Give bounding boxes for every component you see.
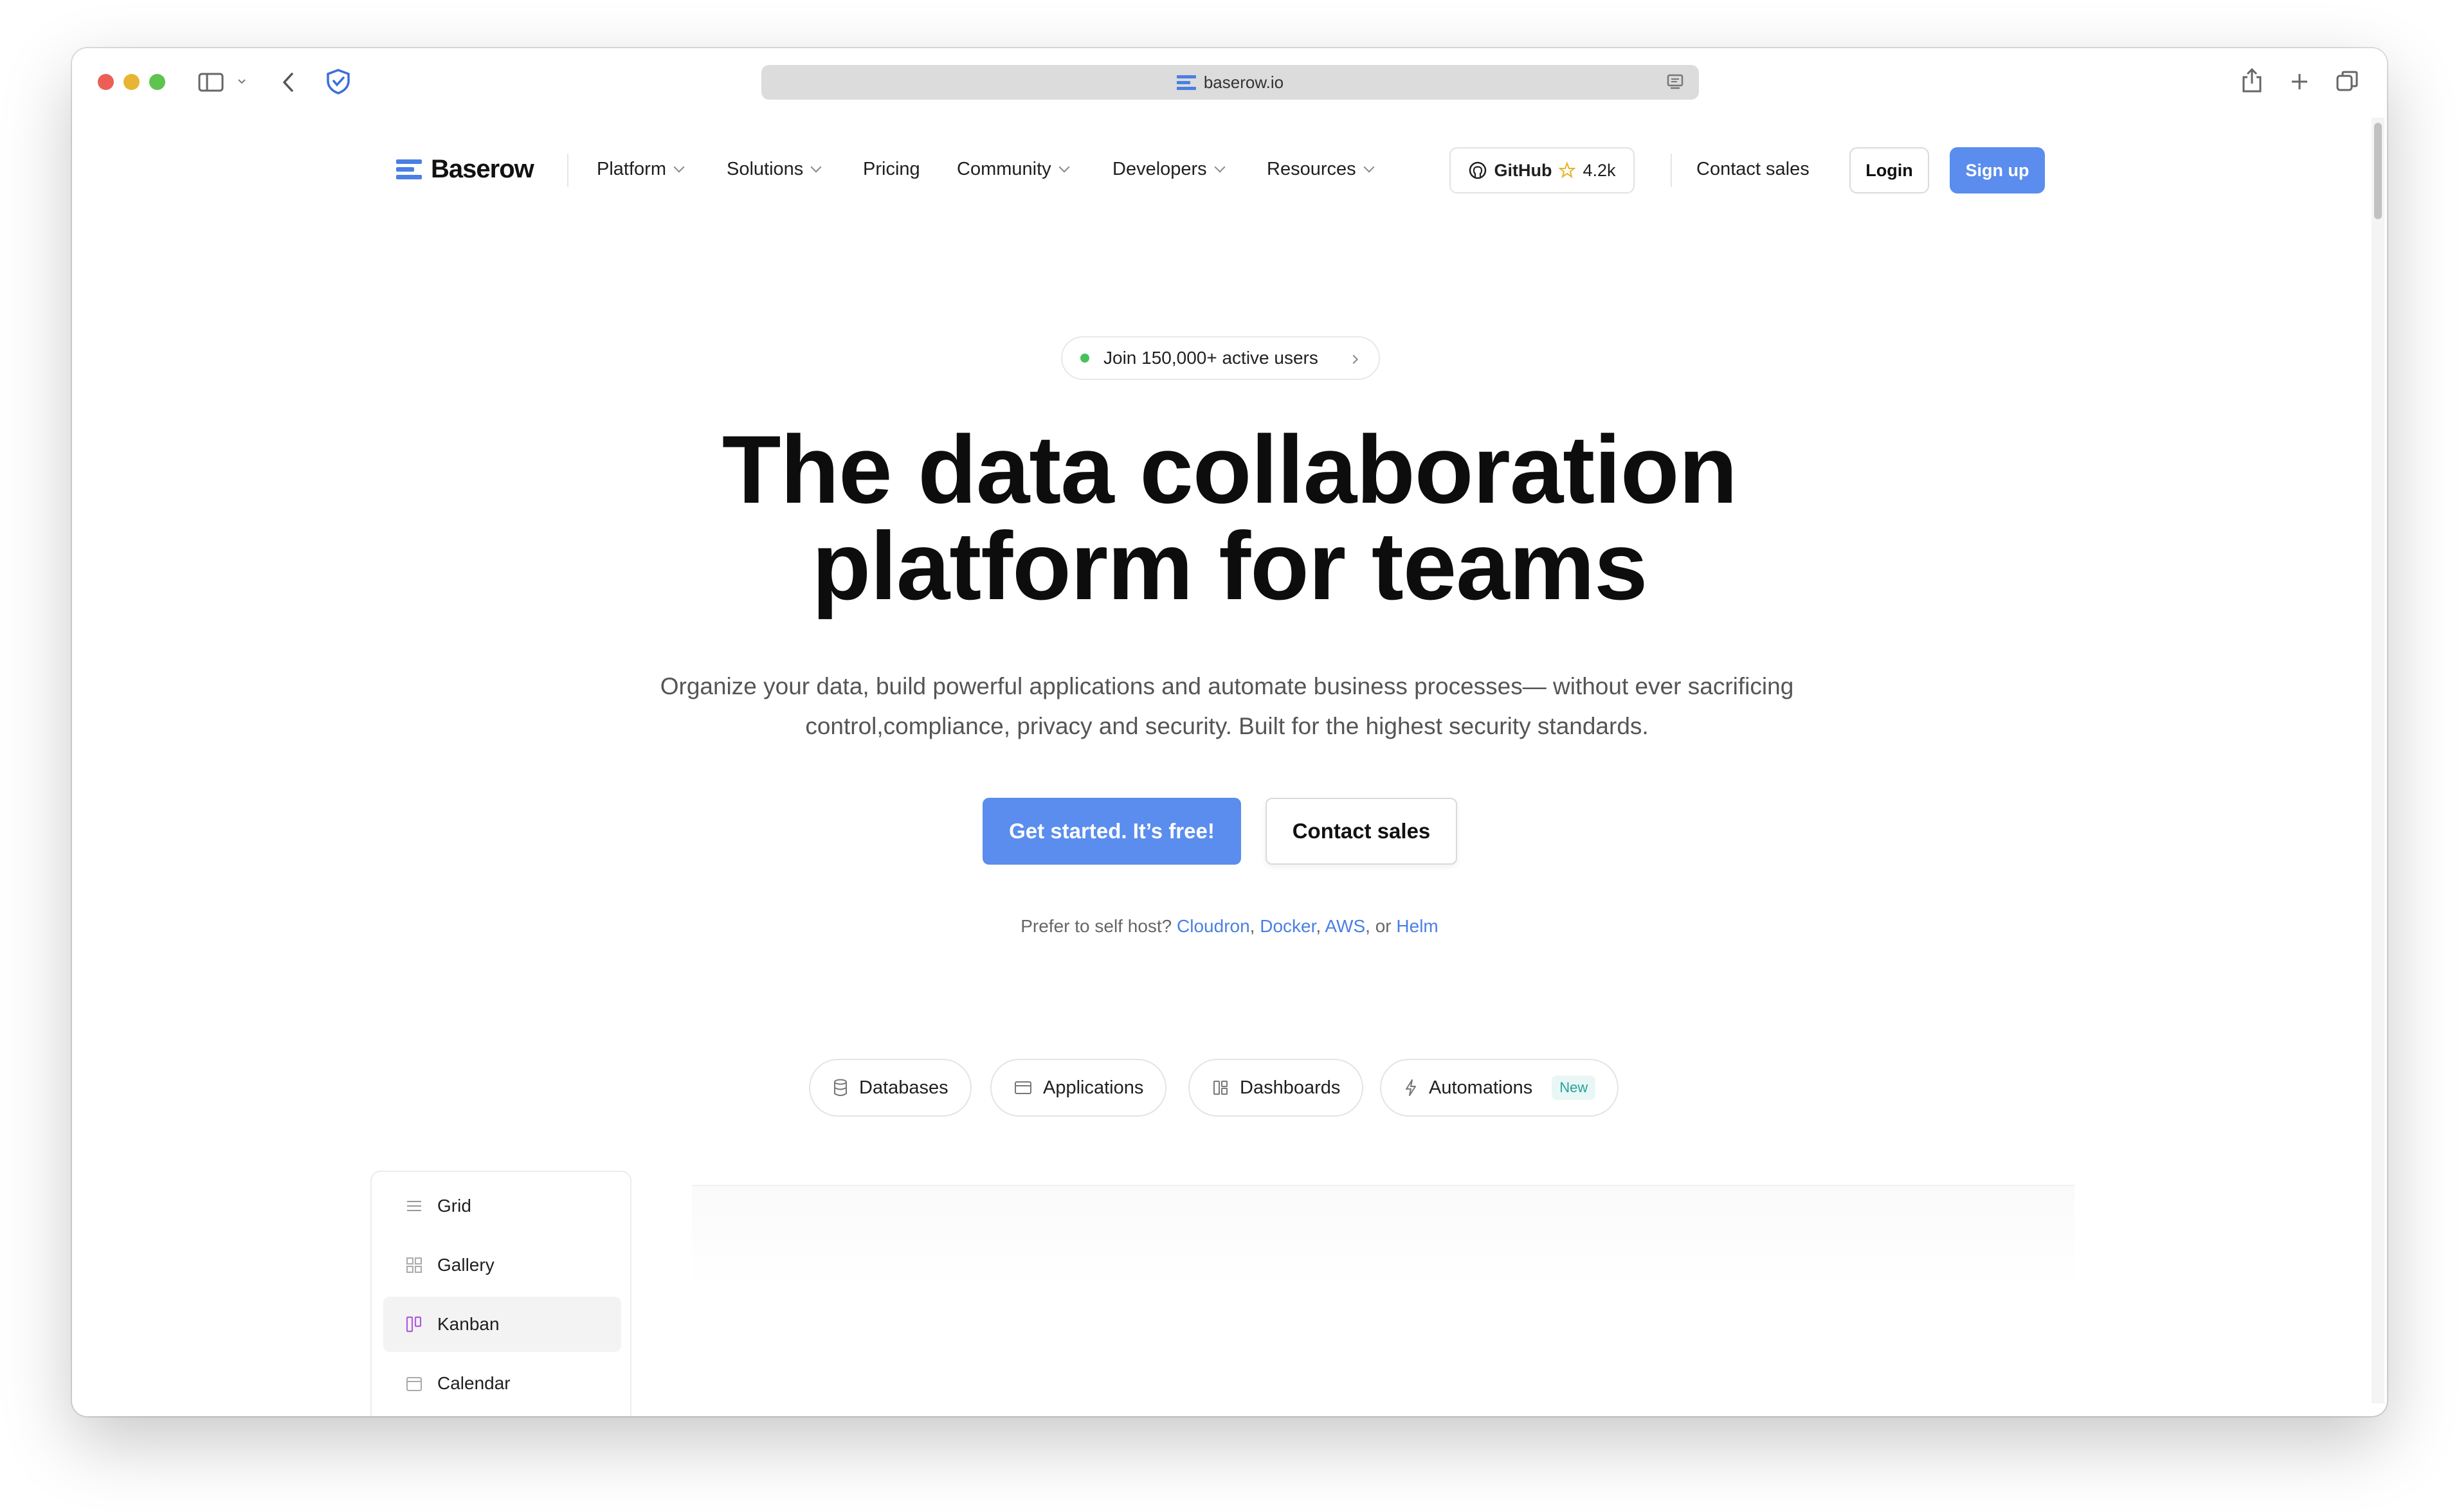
headline-line-1: The data collaboration <box>721 415 1738 523</box>
helm-link[interactable]: Helm <box>1396 916 1438 936</box>
dashboard-icon <box>1213 1081 1228 1095</box>
logo-text: Baserow <box>431 155 534 183</box>
tab-databases[interactable]: Databases <box>809 1059 972 1117</box>
github-label: GitHub <box>1494 160 1552 180</box>
self-host-line: Prefer to self host? Cloudron, Docker, A… <box>1021 916 1438 936</box>
browser-toolbar: baserow.io <box>72 48 2387 114</box>
nav-item-developers[interactable]: Developers <box>1112 159 1226 180</box>
view-label: Kanban <box>437 1314 500 1334</box>
address-bar-url: baserow.io <box>1203 72 1284 92</box>
active-users-badge[interactable]: Join 150,000+ active users <box>1061 336 1380 380</box>
subtitle-line-1: Organize your data, build powerful appli… <box>660 673 1794 699</box>
tab-label: Dashboards <box>1240 1077 1341 1098</box>
database-icon <box>834 1079 847 1096</box>
tab-label: Databases <box>859 1077 948 1098</box>
baserow-logo-icon <box>396 157 422 183</box>
github-icon <box>1469 161 1487 179</box>
nav-item-label: Solutions <box>727 159 804 179</box>
nav-item-solutions[interactable]: Solutions <box>727 159 822 180</box>
new-badge: New <box>1552 1076 1596 1100</box>
gallery-icon <box>406 1257 422 1273</box>
page-scrollbar[interactable] <box>2372 118 2384 1403</box>
window-icon <box>1015 1081 1031 1094</box>
bolt-icon <box>1406 1079 1416 1096</box>
self-host-prefix: Prefer to self host? <box>1021 916 1172 936</box>
view-label: Calendar <box>437 1373 511 1393</box>
badge-label: Join 150,000+ active users <box>1103 348 1318 368</box>
tab-overview-icon[interactable] <box>2333 68 2361 96</box>
new-tab-plus-icon[interactable] <box>2287 69 2312 94</box>
tab-applications[interactable]: Applications <box>990 1059 1167 1117</box>
nav-divider <box>1671 154 1672 187</box>
github-button[interactable]: GitHub 4.2k <box>1449 147 1635 194</box>
views-sidebar: Grid Gallery Kanban Calendar <box>370 1171 631 1416</box>
calendar-icon <box>406 1377 422 1391</box>
contact-sales-label: Contact sales <box>1696 159 1810 179</box>
docker-link[interactable]: Docker <box>1260 916 1316 936</box>
nav-item-pricing[interactable]: Pricing <box>863 159 920 180</box>
tab-automations[interactable]: Automations New <box>1380 1059 1619 1117</box>
kanban-icon <box>406 1316 422 1333</box>
chevron-down-icon <box>1363 161 1375 172</box>
nav-item-community[interactable]: Community <box>957 159 1070 180</box>
chevron-down-icon <box>1214 161 1226 172</box>
tab-label: Applications <box>1043 1077 1144 1098</box>
close-window-button[interactable] <box>98 74 114 90</box>
grid-lines-icon <box>407 1201 421 1211</box>
tab-label: Automations <box>1429 1077 1533 1098</box>
chevron-right-icon <box>1348 354 1359 364</box>
nav-item-label: Pricing <box>863 159 920 179</box>
baserow-logo[interactable]: Baserow <box>396 155 534 184</box>
cloudron-link[interactable]: Cloudron <box>1177 916 1250 936</box>
github-star-count: 4.2k <box>1583 160 1616 180</box>
nav-item-platform[interactable]: Platform <box>597 159 685 180</box>
headline-line-2: platform for teams <box>812 512 1648 620</box>
aws-link[interactable]: AWS <box>1325 916 1365 936</box>
nav-item-label: Community <box>957 159 1051 179</box>
get-started-button[interactable]: Get started. It’s free! <box>983 798 1241 865</box>
browser-window: baserow.io Baserow Platform Solutions Pr… <box>72 48 2387 1416</box>
minimize-window-button[interactable] <box>123 74 140 90</box>
address-bar[interactable]: baserow.io <box>761 65 1699 100</box>
hero-headline: The data collaboration platform for team… <box>72 421 2387 614</box>
contact-sales-button[interactable]: Contact sales <box>1266 798 1457 865</box>
chevron-down-icon <box>1058 161 1070 172</box>
nav-item-label: Platform <box>597 159 666 179</box>
star-icon <box>1558 161 1577 179</box>
view-item-grid[interactable]: Grid <box>383 1178 621 1234</box>
view-label: Grid <box>437 1196 471 1216</box>
nav-item-label: Resources <box>1267 159 1356 179</box>
chevron-down-icon[interactable] <box>235 75 248 88</box>
sidebar-toggle-icon[interactable] <box>197 70 225 94</box>
nav-contact-sales-link[interactable]: Contact sales <box>1696 159 1810 180</box>
hero-subtitle: Organize your data, build powerful appli… <box>612 667 1842 746</box>
demo-preview-area <box>692 1185 2074 1416</box>
subtitle-line-2: control,compliance, privacy and security… <box>805 713 1649 739</box>
chevron-down-icon <box>810 161 822 172</box>
login-button[interactable]: Login <box>1849 147 1929 194</box>
baserow-favicon-icon <box>1176 73 1196 92</box>
share-icon[interactable] <box>2239 66 2265 94</box>
view-item-calendar[interactable]: Calendar <box>383 1356 621 1411</box>
nav-item-label: Developers <box>1112 159 1207 179</box>
view-item-kanban[interactable]: Kanban <box>383 1297 621 1352</box>
shield-check-icon[interactable] <box>324 68 352 96</box>
zoom-window-button[interactable] <box>149 74 165 90</box>
self-host-or: or <box>1375 916 1392 936</box>
view-item-gallery[interactable]: Gallery <box>383 1238 621 1293</box>
site-header: Baserow Platform Solutions Pricing Commu… <box>72 145 2387 196</box>
online-dot-icon <box>1080 354 1089 363</box>
view-label: Gallery <box>437 1255 495 1275</box>
tab-dashboards[interactable]: Dashboards <box>1188 1059 1364 1117</box>
nav-item-resources[interactable]: Resources <box>1267 159 1375 180</box>
signup-button[interactable]: Sign up <box>1950 147 2045 194</box>
chevron-down-icon <box>673 161 685 172</box>
back-arrow-icon[interactable] <box>277 70 300 94</box>
reader-mode-icon[interactable] <box>1665 73 1685 96</box>
nav-divider <box>567 154 568 187</box>
